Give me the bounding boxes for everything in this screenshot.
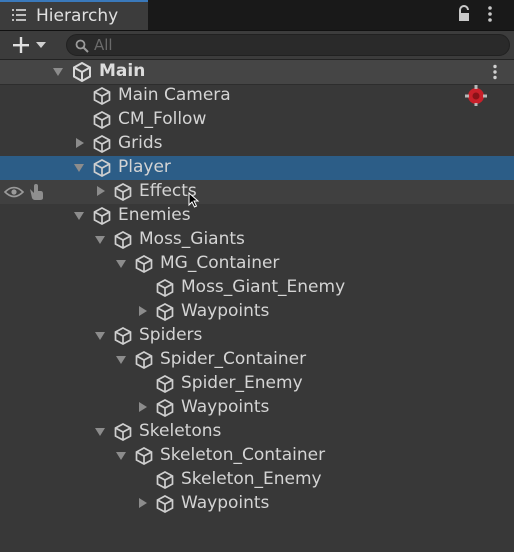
more-options-icon[interactable]: [486, 5, 494, 23]
scene-row-main[interactable]: Main: [0, 60, 514, 85]
search-placeholder: All: [94, 36, 113, 54]
gameobject-cube-icon: [114, 231, 132, 249]
tree-item-moss-giant-enemy[interactable]: Moss_Giant_Enemy: [0, 276, 514, 300]
tree-item-label: Spider_Container: [160, 349, 307, 369]
tree-item-skeleton-enemy[interactable]: Skeleton_Enemy: [0, 468, 514, 492]
collapse-arrow-icon[interactable]: [76, 138, 84, 148]
gameobject-cube-icon: [93, 87, 111, 105]
tree-item-label: CM_Follow: [118, 109, 207, 129]
tree-item-label: Spider_Enemy: [181, 373, 303, 393]
tab-bar: Hierarchy: [0, 0, 514, 31]
search-icon: [75, 39, 89, 53]
expand-arrow-icon[interactable]: [95, 332, 105, 340]
expand-arrow-icon[interactable]: [74, 212, 84, 220]
gameobject-cube-icon: [93, 135, 111, 153]
tree-item-mg-container[interactable]: MG_Container: [0, 252, 514, 276]
pickable-hand-icon[interactable]: [28, 183, 44, 201]
collapse-arrow-icon[interactable]: [139, 498, 147, 508]
search-input[interactable]: All: [66, 34, 510, 56]
tab-hierarchy[interactable]: Hierarchy: [0, 0, 148, 30]
gameobject-cube-icon: [114, 327, 132, 345]
scene-name: Main: [99, 61, 146, 81]
tree-item-grids[interactable]: Grids: [0, 132, 514, 156]
gameobject-cube-icon: [156, 303, 174, 321]
collapse-arrow-icon[interactable]: [139, 306, 147, 316]
tree-item-label: Waypoints: [181, 493, 270, 513]
tree-item-spider-enemy[interactable]: Spider_Enemy: [0, 372, 514, 396]
tree-item-label: Enemies: [118, 205, 191, 225]
cinemachine-camera-icon: [465, 85, 487, 106]
tree-item-label: Waypoints: [181, 397, 270, 417]
gameobject-cube-icon: [135, 351, 153, 369]
visibility-eye-icon[interactable]: [4, 185, 24, 199]
tree-item-moss-giants[interactable]: Moss_Giants: [0, 228, 514, 252]
scene-menu-icon[interactable]: [492, 64, 498, 80]
tree-item-label: Spiders: [139, 325, 203, 345]
expand-arrow-icon[interactable]: [74, 164, 84, 172]
gameobject-cube-icon: [135, 447, 153, 465]
unity-logo-icon: [73, 62, 91, 82]
tree-item-spider-container[interactable]: Spider_Container: [0, 348, 514, 372]
tree-item-spiders[interactable]: Spiders: [0, 324, 514, 348]
gameobject-cube-icon: [135, 255, 153, 273]
tree-item-effects[interactable]: Effects: [0, 180, 514, 204]
gameobject-cube-icon: [114, 423, 132, 441]
tree-item-label: Skeleton_Enemy: [181, 469, 322, 489]
expand-arrow-icon[interactable]: [53, 68, 63, 76]
tree-item-player[interactable]: Player: [0, 156, 514, 180]
tree-item-label: Grids: [118, 133, 163, 153]
tree-item-skeleton-container[interactable]: Skeleton_Container: [0, 444, 514, 468]
gameobject-cube-icon: [156, 399, 174, 417]
tree-item-enemies[interactable]: Enemies: [0, 204, 514, 228]
expand-arrow-icon[interactable]: [116, 356, 126, 364]
gameobject-cube-icon: [156, 375, 174, 393]
tree-item-label: Main Camera: [118, 85, 231, 105]
gameobject-cube-icon: [93, 111, 111, 129]
tree-item-waypoints[interactable]: Waypoints: [0, 300, 514, 324]
gameobject-cube-icon: [156, 471, 174, 489]
tree-item-label: Moss_Giant_Enemy: [181, 277, 346, 297]
mouse-cursor-icon: [188, 192, 200, 208]
hierarchy-tree: Main Main Camera CM_Follow Grids Player Effe…: [0, 60, 514, 552]
collapse-arrow-icon[interactable]: [97, 186, 105, 196]
tree-item-label: MG_Container: [160, 253, 280, 273]
tree-item-skeletons[interactable]: Skeletons: [0, 420, 514, 444]
gameobject-cube-icon: [114, 183, 132, 201]
tree-item-main-camera[interactable]: Main Camera: [0, 84, 514, 108]
expand-arrow-icon[interactable]: [116, 260, 126, 268]
tree-item-label: Skeletons: [139, 421, 222, 441]
tree-item-cm-follow[interactable]: CM_Follow: [0, 108, 514, 132]
tree-item-waypoints[interactable]: Waypoints: [0, 492, 514, 516]
tree-item-label: Moss_Giants: [139, 229, 245, 249]
list-icon: [12, 9, 26, 21]
hierarchy-window: Hierarchy All Main Main Camera CM_Follow…: [0, 0, 514, 552]
expand-arrow-icon[interactable]: [116, 452, 126, 460]
tree-item-label: Waypoints: [181, 301, 270, 321]
tab-title: Hierarchy: [36, 6, 119, 26]
gameobject-cube-icon: [93, 159, 111, 177]
gameobject-cube-icon: [156, 495, 174, 513]
tree-item-waypoints[interactable]: Waypoints: [0, 396, 514, 420]
toolbar: All: [0, 31, 514, 60]
collapse-arrow-icon[interactable]: [139, 402, 147, 412]
gameobject-cube-icon: [156, 279, 174, 297]
gameobject-cube-icon: [93, 207, 111, 225]
create-dropdown-button[interactable]: [8, 34, 50, 56]
tree-item-label: Skeleton_Container: [160, 445, 326, 465]
lock-icon[interactable]: [456, 5, 472, 23]
expand-arrow-icon[interactable]: [95, 428, 105, 436]
expand-arrow-icon[interactable]: [95, 236, 105, 244]
tree-item-label: Player: [118, 157, 171, 177]
